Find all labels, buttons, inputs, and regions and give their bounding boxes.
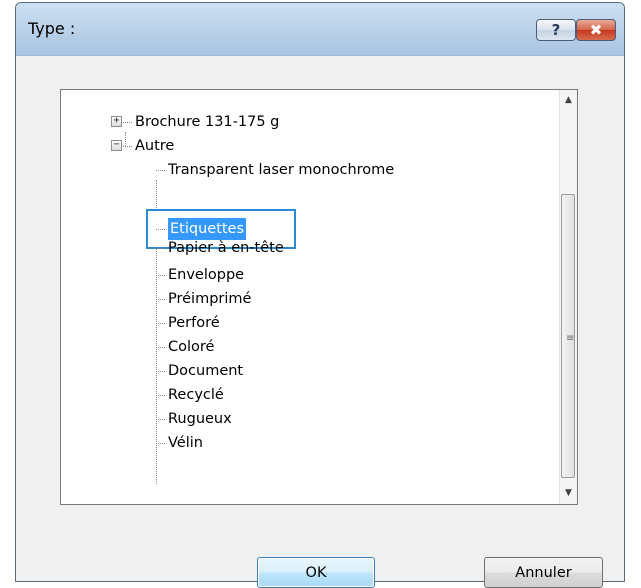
tree-connector: [156, 299, 165, 300]
tree-connector: [125, 132, 126, 146]
type-dialog: Type : ? ✖ + Brochure 131-175 g − Autre: [15, 2, 625, 588]
tree-connector: [156, 275, 165, 276]
expand-plus-icon[interactable]: +: [111, 116, 122, 127]
tree-node-label: Recyclé: [168, 387, 224, 403]
tree-connector: [156, 419, 165, 420]
dialog-body: + Brochure 131-175 g − Autre Transparent…: [21, 56, 619, 588]
tree-node-label: Autre: [135, 138, 175, 154]
tree-connector: [156, 229, 165, 230]
tree-node-label: Enveloppe: [168, 267, 245, 283]
media-type-tree[interactable]: + Brochure 131-175 g − Autre Transparent…: [60, 89, 578, 505]
tree-node-label: Perforé: [168, 315, 220, 331]
tree-connector: [156, 170, 165, 171]
scroll-up-icon[interactable]: ▲: [560, 92, 577, 109]
title-bar[interactable]: Type : ? ✖: [16, 3, 624, 56]
close-icon: ✖: [589, 21, 603, 39]
collapse-minus-icon[interactable]: −: [111, 140, 122, 151]
ok-button[interactable]: OK: [257, 557, 375, 588]
tree-content: + Brochure 131-175 g − Autre Transparent…: [61, 90, 560, 504]
tree-connector: [156, 347, 165, 348]
grip-icon: ≡: [566, 333, 575, 344]
tree-connector: [156, 371, 165, 372]
tree-connector: [156, 395, 165, 396]
tree-node-label: Coloré: [168, 339, 215, 355]
tree-node-label: Vélin: [168, 435, 203, 451]
close-button[interactable]: ✖: [576, 19, 616, 41]
tree-node-label: Rugueux: [168, 411, 232, 427]
tree-node-label: Brochure 131-175 g: [135, 114, 280, 130]
cancel-button[interactable]: Annuler: [484, 557, 603, 588]
scroll-thumb[interactable]: ≡: [561, 194, 575, 478]
tree-connector: [156, 248, 165, 249]
tree-connector: [156, 323, 165, 324]
tree-node-label: Document: [168, 363, 244, 379]
tree-connector: [123, 146, 132, 147]
question-mark-icon: ?: [551, 21, 561, 39]
tree-node-label: Papier à en-tête: [168, 240, 284, 256]
tree-connector: [156, 443, 165, 444]
dialog-title: Type :: [28, 19, 76, 38]
help-button[interactable]: ?: [536, 19, 576, 41]
tree-connector: [123, 122, 132, 123]
tree-node-label: Transparent laser monochrome: [168, 162, 395, 178]
vertical-scrollbar[interactable]: ▲ ≡ ▼: [559, 90, 577, 504]
scroll-down-icon[interactable]: ▼: [560, 485, 577, 502]
tree-node-label: Préimprimé: [168, 291, 252, 307]
